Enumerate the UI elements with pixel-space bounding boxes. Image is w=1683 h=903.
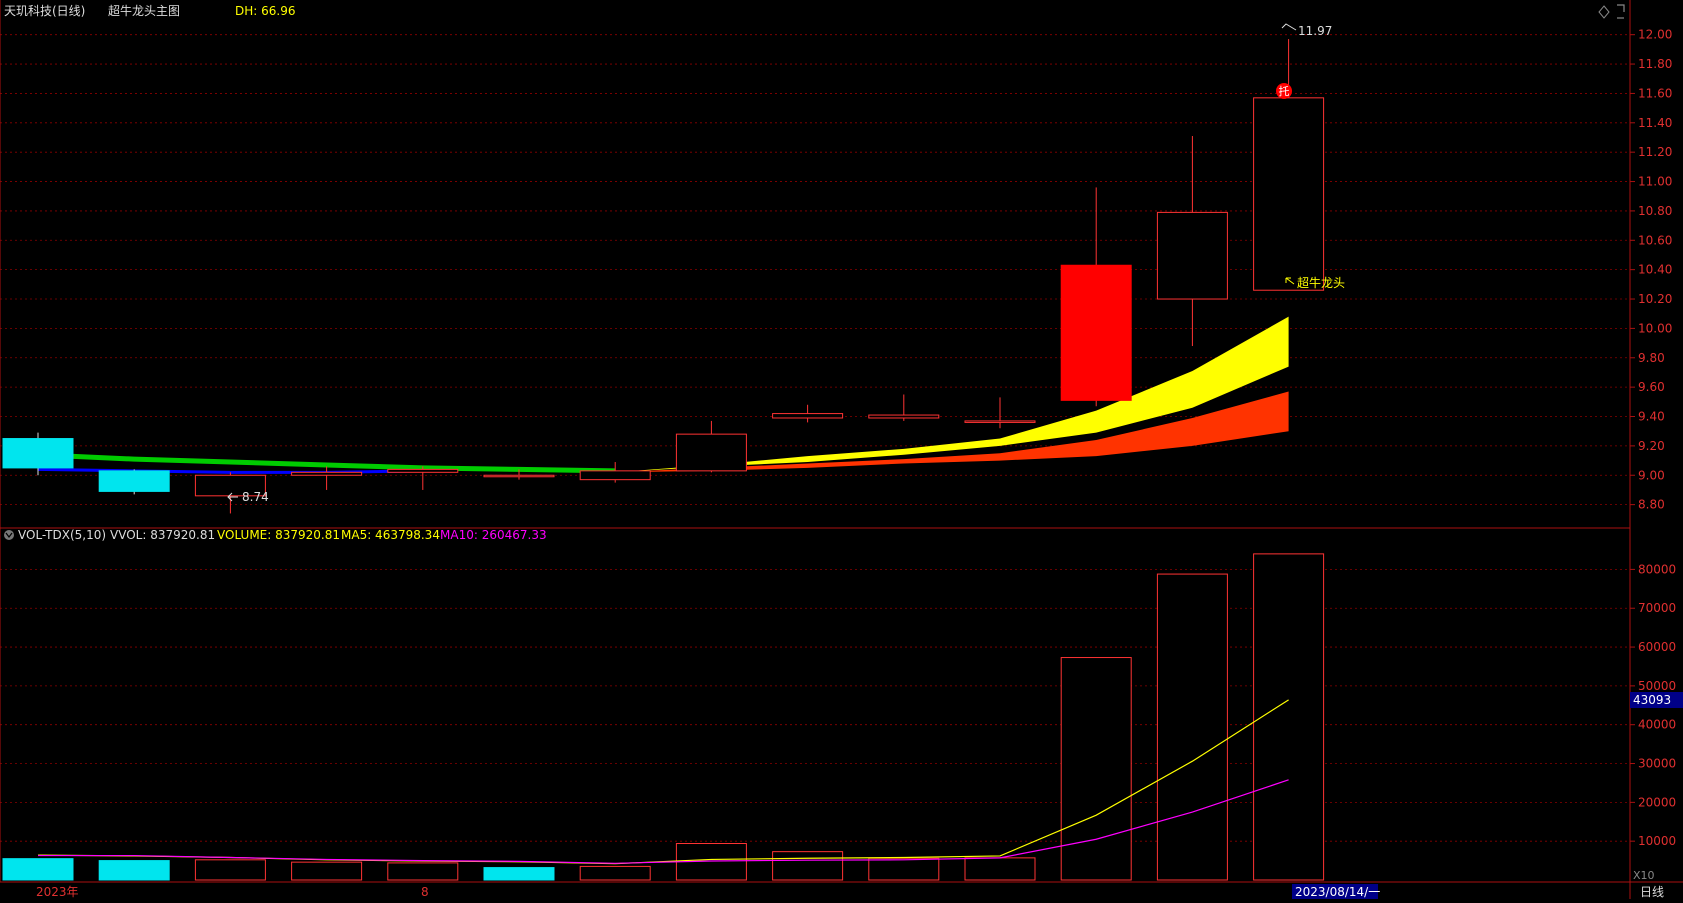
volume-bar <box>1156 573 1228 881</box>
period-label[interactable]: 日线 <box>1640 885 1664 899</box>
volume-tick-label: 20000 <box>1638 795 1676 809</box>
price-tick-label: 11.80 <box>1638 57 1672 71</box>
candle-body <box>579 470 651 481</box>
volume-bar <box>1253 553 1325 881</box>
candle-body <box>1253 97 1325 291</box>
low-price-label: 8.74 <box>242 490 269 504</box>
volume-tick-label: 10000 <box>1638 834 1676 848</box>
volume-bar <box>98 860 170 881</box>
volume-tick-label: 60000 <box>1638 640 1676 654</box>
volume-value: VOLUME: 837920.81 <box>217 528 340 542</box>
volume-toggle-icon[interactable] <box>4 530 14 540</box>
volume-bar <box>964 857 1036 881</box>
candle-body <box>2 438 74 469</box>
dh-value: DH: 66.96 <box>235 4 295 18</box>
volume-layer <box>2 553 1325 881</box>
ma10-value: MA10: 260467.33 <box>440 528 547 542</box>
candle-body <box>483 474 555 478</box>
volume-tick-label: 40000 <box>1638 718 1676 732</box>
vvol-value: VVOL: 837920.81 <box>110 528 215 542</box>
month-label: 8 <box>421 885 429 899</box>
price-tick-label: 11.00 <box>1638 175 1672 189</box>
price-tick-label: 9.80 <box>1638 351 1665 365</box>
grid-layer <box>0 34 1630 842</box>
volume-tick-label: 50000 <box>1638 679 1676 693</box>
price-tick-label: 10.60 <box>1638 233 1672 247</box>
price-tick-label: 9.20 <box>1638 439 1665 453</box>
tuo-signal-marker[interactable]: 托 <box>1276 83 1292 99</box>
date-start-label: 2023年 <box>36 885 79 899</box>
volume-bar <box>387 862 459 881</box>
candle-body <box>98 470 170 492</box>
date-end-label: 2023/08/14/一 <box>1295 885 1380 899</box>
diamond-icon[interactable] <box>1598 5 1610 19</box>
ma5-value: MA5: 463798.34 <box>341 528 440 542</box>
blue-ma-line <box>37 467 423 474</box>
volume-bar <box>579 865 651 881</box>
price-tick-label: 11.20 <box>1638 145 1672 159</box>
indicator-title[interactable]: 超牛龙头主图 <box>108 3 180 18</box>
candle-body <box>675 433 747 472</box>
candle-body <box>868 414 940 419</box>
candle-body <box>964 420 1036 423</box>
price-tick-label: 8.80 <box>1638 498 1665 512</box>
volume-bar <box>194 859 266 881</box>
volume-bar <box>772 851 844 881</box>
price-tick-label: 9.40 <box>1638 410 1665 424</box>
candle-body <box>1060 264 1132 401</box>
axis-layer: 12.00 11.80 11.60 11.40 11.20 11.00 10.80 10.60… <box>0 0 1683 899</box>
volume-bar <box>1060 657 1132 881</box>
candle-body <box>291 471 363 476</box>
collapse-icon[interactable] <box>1617 4 1625 19</box>
volume-bar <box>2 858 74 881</box>
price-tick-label: 9.00 <box>1638 468 1665 482</box>
candle-body <box>387 468 459 473</box>
volume-cursor-value: 43093 <box>1633 693 1671 707</box>
candle-body <box>772 413 844 419</box>
volume-tick-label: 30000 <box>1638 757 1676 771</box>
volume-tick-label: 80000 <box>1638 562 1676 576</box>
volume-tick-label: 70000 <box>1638 601 1676 615</box>
volume-bar <box>483 867 555 881</box>
x10-label: X10 <box>1633 869 1655 882</box>
vol-indicator-name[interactable]: VOL-TDX(5,10) <box>18 528 106 542</box>
stock-title: 天玑科技(日线) <box>4 4 85 18</box>
chart-window: 12.00 11.80 11.60 11.40 11.20 11.00 10.80 10.60… <box>0 0 1683 899</box>
price-tick-label: 10.20 <box>1638 292 1672 306</box>
tuo-signal-label: 托 <box>1279 84 1290 98</box>
kline-chart-canvas[interactable]: 12.00 11.80 11.60 11.40 11.20 11.00 10.80 10.60… <box>0 0 1683 899</box>
volume-bar <box>868 857 940 881</box>
price-tick-label: 10.00 <box>1638 321 1672 335</box>
volume-bar <box>291 861 363 881</box>
high-price-label: 11.97 <box>1298 24 1332 38</box>
price-tick-label: 9.60 <box>1638 380 1665 394</box>
price-tick-label: 11.60 <box>1638 86 1672 100</box>
price-tick-label: 10.80 <box>1638 204 1672 218</box>
price-tick-label: 12.00 <box>1638 28 1672 42</box>
candle-body <box>1156 211 1228 300</box>
signal-label: 超牛龙头 <box>1297 275 1345 290</box>
price-tick-label: 10.40 <box>1638 263 1672 277</box>
high-price-marker: 11.97 <box>1281 23 1332 38</box>
price-tick-label: 11.40 <box>1638 116 1672 130</box>
